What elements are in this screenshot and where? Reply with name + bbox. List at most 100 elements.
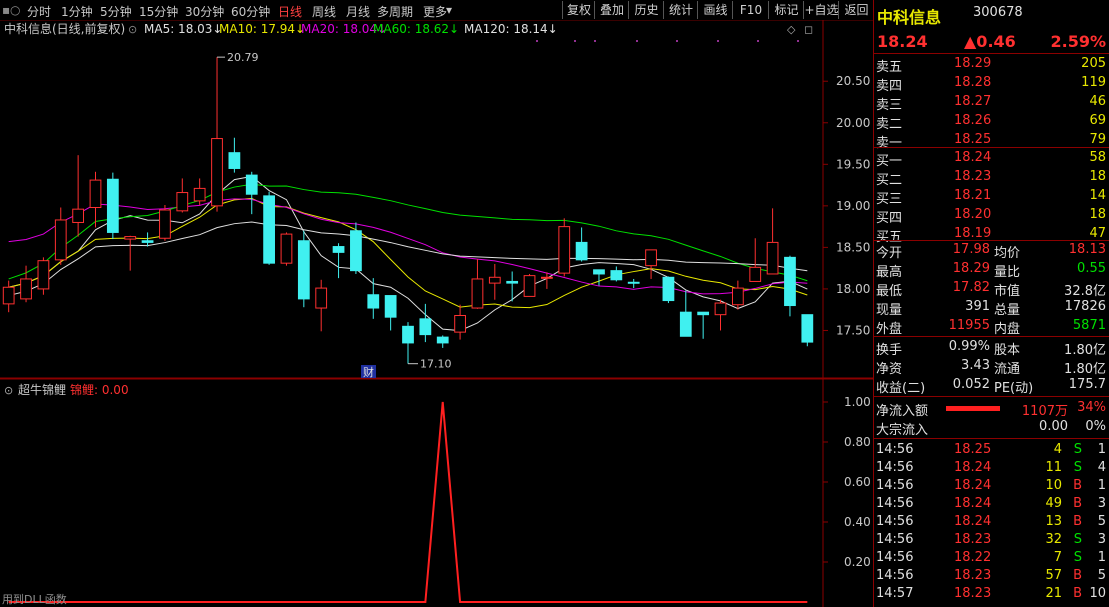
toolbar-button-7[interactable]: +自选 xyxy=(803,1,839,19)
candle-body[interactable] xyxy=(124,236,137,240)
period-tab-10[interactable]: 更多 xyxy=(423,3,447,20)
toolbar-button-2[interactable]: 历史 xyxy=(628,1,664,19)
period-tab-2[interactable]: 5分钟 xyxy=(100,3,132,20)
ma120-line xyxy=(8,221,808,297)
candle-body[interactable] xyxy=(367,294,380,309)
period-tab-7[interactable]: 周线 xyxy=(312,3,336,20)
period-tab-label-icon: ▪ xyxy=(2,3,11,17)
candle-body[interactable] xyxy=(645,249,657,267)
candle-body[interactable] xyxy=(159,209,171,239)
candle-body[interactable] xyxy=(541,276,553,279)
candle-body[interactable] xyxy=(766,241,779,275)
netflow-bar xyxy=(946,406,1000,411)
candle-body[interactable] xyxy=(245,174,258,195)
event-badge[interactable]: 财 xyxy=(363,365,374,379)
candle-body[interactable] xyxy=(297,240,310,300)
candle-body[interactable] xyxy=(454,315,466,333)
candle-body[interactable] xyxy=(20,278,32,300)
candle-body[interactable] xyxy=(106,178,119,233)
candle-body[interactable] xyxy=(89,179,102,209)
candle-body[interactable] xyxy=(2,286,15,305)
candle-body[interactable] xyxy=(141,240,154,243)
indicator-chevron-icon[interactable]: ⊙ xyxy=(4,384,13,397)
stock-label: 中科信息(日线,前复权) xyxy=(4,21,125,36)
candle-body[interactable] xyxy=(731,287,744,306)
stat-label-2: 市值 xyxy=(994,284,1021,299)
candle-body[interactable] xyxy=(384,295,397,318)
tick-row-3: 14:56 18.24 49 B 3 xyxy=(874,495,1109,514)
toolbar-button-3[interactable]: 统计 xyxy=(663,1,698,19)
ind-tick-0: 1.00 xyxy=(844,395,871,409)
candle-body[interactable] xyxy=(37,260,50,290)
period-tab-0[interactable]: 分时 xyxy=(27,3,51,20)
candle-body[interactable] xyxy=(610,270,623,281)
chevron-down-icon[interactable]: ⊙ xyxy=(128,23,137,36)
candle-body[interactable] xyxy=(575,241,588,261)
candle-body[interactable] xyxy=(662,276,675,302)
candle-body[interactable] xyxy=(315,287,328,309)
period-tab-3[interactable]: 15分钟 xyxy=(139,3,178,20)
toolbar-button-1[interactable]: 叠加 xyxy=(594,1,629,19)
period-tab-1[interactable]: 1分钟 xyxy=(61,3,93,20)
diamond-icon[interactable]: ◇ xyxy=(787,23,796,36)
candle-body[interactable] xyxy=(332,246,345,253)
candle-body[interactable] xyxy=(506,280,519,284)
candle-body[interactable] xyxy=(193,187,206,202)
period-tab-6[interactable]: 日线 xyxy=(278,3,302,20)
candle-body[interactable] xyxy=(402,325,414,344)
toolbar-button-8[interactable]: 返回 xyxy=(838,1,874,19)
candle-body[interactable] xyxy=(280,233,293,264)
stat-value: 18.29 xyxy=(952,261,990,276)
divider xyxy=(874,396,1109,397)
candle-body[interactable] xyxy=(749,266,762,282)
ask-price: 18.29 xyxy=(954,56,992,71)
candle-body[interactable] xyxy=(679,311,692,337)
ask-vol: 69 xyxy=(1089,113,1106,128)
tick-time: 14:56 xyxy=(876,568,914,583)
candle-body[interactable] xyxy=(801,314,814,343)
candle-body[interactable] xyxy=(471,278,484,309)
close-icon[interactable]: ◻ xyxy=(804,23,813,36)
stat2-label-2: 股本 xyxy=(994,343,1021,358)
candle-body[interactable] xyxy=(627,281,640,284)
candle-body[interactable] xyxy=(54,219,67,261)
candle-body[interactable] xyxy=(350,230,362,272)
candle-body[interactable] xyxy=(488,276,501,284)
kline-chart-svg[interactable]: 中科信息(日线,前复权) ⊙ MA5: 18.03↓MA10: 17.94↓MA20… xyxy=(0,20,873,607)
chart-area[interactable]: 中科信息(日线,前复权) ⊙ MA5: 18.03↓ MA10: 17.94↓ MA20… xyxy=(0,20,873,607)
candle-body[interactable] xyxy=(176,192,189,212)
candle-body[interactable] xyxy=(419,318,432,336)
period-tab-5[interactable]: 60分钟 xyxy=(231,3,270,20)
candle-body[interactable] xyxy=(436,336,449,344)
toolbar-button-0[interactable]: 复权 xyxy=(562,1,595,19)
ask-label: 卖二 xyxy=(876,117,903,132)
toolbar-button-4[interactable]: 画线 xyxy=(697,1,733,19)
tick-row-7: 14:56 18.23 57 B 5 xyxy=(874,567,1109,586)
candle-body[interactable] xyxy=(228,152,241,169)
candle-body[interactable] xyxy=(263,195,275,264)
tick-time: 14:56 xyxy=(876,460,914,475)
signal-dot-5 xyxy=(717,40,719,42)
period-tab-4[interactable]: 30分钟 xyxy=(185,3,224,20)
candle-body[interactable] xyxy=(593,269,605,275)
ind-tick-4: 0.20 xyxy=(844,555,871,569)
toolbar-button-6[interactable]: 标记 xyxy=(768,1,804,19)
period-tab-9[interactable]: 多周期 xyxy=(377,3,413,20)
tick-row-6: 14:56 18.22 7 S 1 xyxy=(874,549,1109,568)
candle-body[interactable] xyxy=(211,138,223,207)
toolbar-button-5[interactable]: F10 xyxy=(732,1,769,19)
tick-price: 18.24 xyxy=(954,460,992,475)
candle-body[interactable] xyxy=(784,256,796,307)
chevron-down-icon[interactable]: ▾ xyxy=(446,3,452,17)
candle-body[interactable] xyxy=(697,311,710,316)
tick-vol: 21 xyxy=(1045,586,1062,601)
stat2-label: 换手 xyxy=(876,343,903,358)
price-tick-1: 20.00 xyxy=(836,116,870,130)
tick-side: S xyxy=(1073,442,1082,457)
candle-body[interactable] xyxy=(523,275,536,297)
candle-body[interactable] xyxy=(558,226,571,274)
candle-body[interactable] xyxy=(72,208,85,223)
period-tab-8[interactable]: 月线 xyxy=(346,3,370,20)
bid-row-3: 买四 18.20 18 xyxy=(874,206,1109,226)
candle-body[interactable] xyxy=(714,302,727,316)
